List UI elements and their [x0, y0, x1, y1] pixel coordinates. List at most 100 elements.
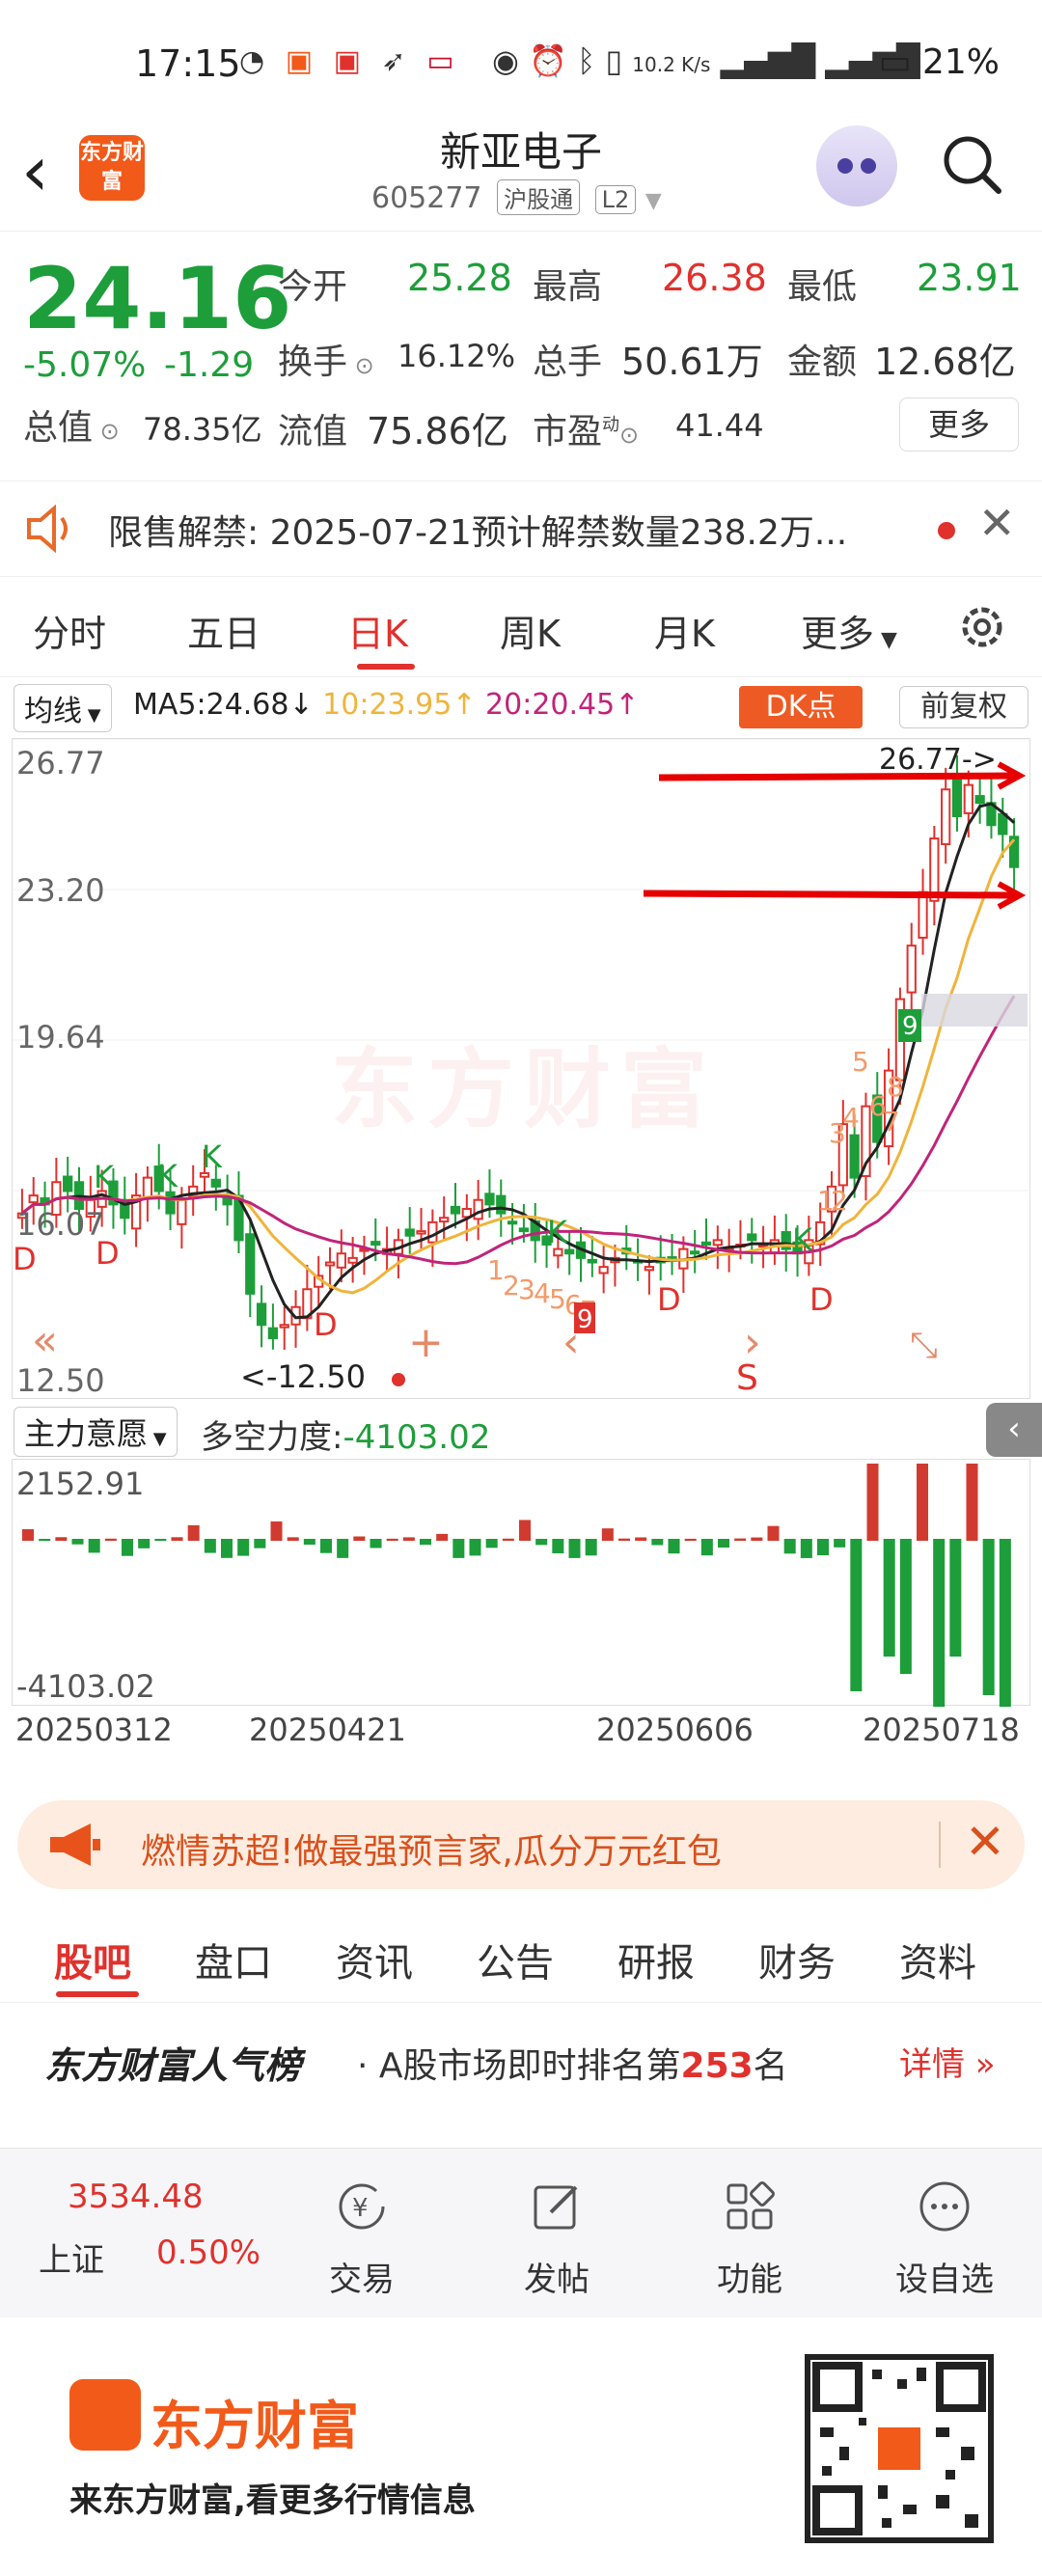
detail-link[interactable]: 详情 »	[899, 2038, 996, 2085]
force-bar	[452, 1539, 465, 1558]
post-button[interactable]: 发帖	[484, 2178, 629, 2300]
tab-monthly-k[interactable]: 月K	[654, 604, 715, 657]
date-label: 20250312	[15, 1712, 173, 1748]
ma-values: MA5:24.68↓ 10:23.95↑ 20:20.45↑	[133, 688, 640, 722]
close-icon[interactable]: ✕	[965, 1814, 1005, 1870]
force-bar	[899, 1539, 912, 1674]
force-bar	[104, 1538, 117, 1541]
close-icon[interactable]: ✕	[978, 497, 1016, 549]
stock-sub-info[interactable]: 605277 沪股通 L2 ▼	[371, 179, 662, 215]
tab-more[interactable]: 更多 ▼	[801, 604, 897, 657]
force-bar	[751, 1537, 763, 1541]
float-label: 流值	[278, 412, 348, 452]
force-bar	[718, 1539, 730, 1548]
force-bar	[237, 1539, 250, 1556]
ma-selector[interactable]: 均线 ▼	[14, 684, 112, 732]
grid-icon	[727, 2181, 775, 2230]
dk-point-button[interactable]: DK点	[739, 686, 863, 728]
annotation-arrow	[643, 890, 1017, 899]
tab-forum[interactable]: 股吧	[54, 1932, 131, 1987]
promo-banner[interactable]: 燃情苏超!做最强预言家,瓜分万元红包 ✕	[17, 1800, 1025, 1889]
speaker-icon	[27, 505, 68, 553]
more-button[interactable]: 更多	[899, 397, 1019, 452]
tab-orderbook[interactable]: 盘口	[195, 1932, 272, 1987]
function-button[interactable]: 功能	[677, 2178, 822, 2300]
tab-research[interactable]: 研报	[617, 1932, 695, 1987]
force-bar	[154, 1539, 167, 1542]
candle-body	[564, 1248, 575, 1255]
y-label: 16.07	[16, 1206, 105, 1243]
candle-body	[404, 1228, 415, 1237]
stock-header: ‹ 东方财富 新亚电子 605277 沪股通 L2 ▼	[0, 116, 1042, 232]
force-bar	[469, 1539, 481, 1556]
candle-body	[918, 891, 928, 939]
force-bar	[684, 1538, 697, 1541]
notice-bar[interactable]: 限售解禁: 2025-07-21预计解禁数量238.2万... ✕	[0, 480, 1042, 577]
candle-body	[518, 1227, 530, 1233]
mcap-value: 78.35亿	[143, 411, 262, 448]
trade-button[interactable]: ¥ 交易	[289, 2178, 434, 2300]
index-value[interactable]: 3534.48	[68, 2178, 204, 2216]
force-bar	[270, 1521, 283, 1541]
svg-text:9: 9	[902, 1012, 919, 1041]
status-bar: 17:15 ◔ ▣ ▣ ➶ ▭ ◉ ⏰ ᛒ ▯ 10.2 K/s ▂▄▆█ ▂▄…	[0, 0, 1042, 116]
candle-body	[507, 1220, 518, 1225]
svg-text:2: 2	[831, 1185, 848, 1217]
add-watchlist-button[interactable]: 设自选	[872, 2178, 1017, 2300]
candle-body	[690, 1250, 700, 1255]
tab-daily-k[interactable]: 日K	[347, 604, 408, 657]
high-label: 最高	[533, 267, 603, 307]
gear-icon[interactable]	[955, 600, 1009, 654]
adjust-button[interactable]: 前复权	[899, 686, 1028, 728]
brand-logo-icon	[69, 2379, 141, 2451]
force-bar	[502, 1538, 514, 1541]
index-change[interactable]: 0.50%	[156, 2233, 260, 2272]
sub-chart[interactable]: 2152.91 -4103.02	[12, 1459, 1030, 1707]
k-chart[interactable]: 东方财富 D D K K K D K D K D 1 2 3 4 5 6 7 9…	[12, 738, 1031, 1399]
force-bar	[320, 1539, 333, 1553]
y-label: 26.77	[16, 745, 105, 781]
bottom-dock: 3534.48 上证 0.50% ¥ 交易 发帖 功能 设自选	[0, 2148, 1042, 2317]
force-bar	[22, 1529, 35, 1541]
candle-body	[484, 1192, 495, 1206]
y-label: 23.20	[16, 872, 105, 909]
volume-value: 50.61万	[621, 341, 763, 383]
tab-profile[interactable]: 资料	[899, 1932, 976, 1987]
force-bars	[22, 1464, 1011, 1707]
popularity-row[interactable]: 东方财富人气榜 · A股市场即时排名第253名 详情 »	[0, 2016, 1042, 2103]
search-icon[interactable]	[941, 133, 1002, 195]
tab-finance[interactable]: 财务	[758, 1932, 836, 1987]
svg-text:+: +	[408, 1318, 444, 1367]
assistant-robot-icon[interactable]	[816, 125, 897, 206]
force-bar	[187, 1524, 200, 1541]
force-bar	[171, 1537, 183, 1541]
svg-text:5: 5	[852, 1046, 869, 1078]
force-bar	[519, 1520, 532, 1541]
candle-body	[427, 1220, 438, 1244]
tab-intraday[interactable]: 分时	[33, 604, 106, 657]
index-name[interactable]: 上证	[39, 2233, 104, 2281]
sub-indicator-selector[interactable]: 主力意愿 ▼	[14, 1407, 178, 1457]
candle-body	[165, 1191, 176, 1215]
svg-text:K: K	[202, 1138, 223, 1175]
tab-weekly-k[interactable]: 周K	[500, 604, 561, 657]
change-percent: -5.07%	[23, 345, 147, 385]
tab-news[interactable]: 资讯	[336, 1932, 413, 1987]
tab-announcements[interactable]: 公告	[477, 1932, 554, 1987]
active-tab-indicator	[357, 664, 415, 670]
force-bar	[949, 1539, 962, 1657]
force-bar	[767, 1525, 780, 1541]
low-label: 最低	[787, 267, 858, 307]
megaphone-icon	[50, 1823, 100, 1866]
collapse-icon[interactable]: ‹	[986, 1403, 1042, 1457]
period-tabs: 分时 五日 日K 周K 月K 更多 ▼	[0, 579, 1042, 677]
force-bar	[883, 1539, 895, 1657]
candle-body	[63, 1175, 73, 1192]
vibrate-icon: ▯	[605, 42, 623, 79]
app-icon: ▭	[426, 44, 460, 78]
tab-five-day[interactable]: 五日	[187, 604, 260, 657]
svg-text:K: K	[94, 1159, 115, 1195]
candle-body	[849, 1134, 860, 1179]
sub-bottom-label: -4103.02	[16, 1668, 155, 1705]
candle-body	[256, 1302, 267, 1327]
